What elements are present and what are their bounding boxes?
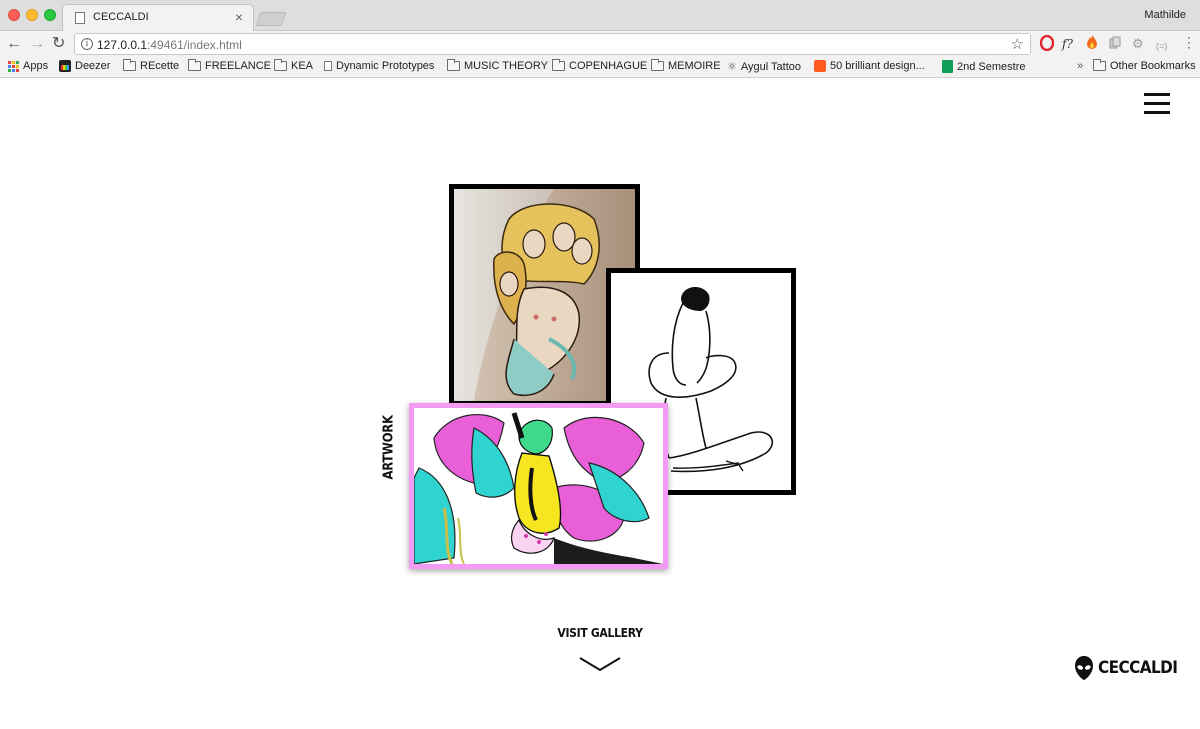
- apps-icon: [8, 60, 19, 72]
- bookmark-label: FREELANCE: [205, 60, 272, 72]
- gear-icon[interactable]: ⚙: [1132, 36, 1144, 52]
- folder-icon: [1093, 59, 1106, 71]
- bookmark-copenhague[interactable]: COPENHAGUE: [552, 59, 648, 72]
- bookmark-label: COPENHAGUE: [569, 60, 648, 72]
- bookmark-50-brilliant[interactable]: 50 brilliant design...: [814, 60, 925, 72]
- folder-icon: [274, 59, 287, 71]
- bookmark-label: Aygul Tattoo: [740, 60, 802, 73]
- bookmarks-overflow-button[interactable]: »: [1077, 60, 1083, 72]
- copy-icon[interactable]: [1109, 36, 1121, 53]
- browser-titlebar: CECCALDI × Mathilde: [0, 0, 1200, 31]
- back-arrow-icon[interactable]: ←: [6, 35, 22, 53]
- page-icon: [324, 61, 332, 71]
- orange-icon: [814, 60, 826, 72]
- url-path: :49461/index.html: [147, 38, 242, 52]
- bookmark-apps[interactable]: Apps: [8, 60, 48, 72]
- bookmark-recette[interactable]: REcette: [123, 59, 180, 72]
- forward-arrow-icon[interactable]: →: [29, 35, 45, 53]
- reload-icon[interactable]: ↻: [52, 35, 65, 53]
- fire-icon[interactable]: [1086, 34, 1098, 54]
- deezer-icon: [59, 60, 71, 72]
- sheets-icon: [942, 60, 953, 73]
- bookmark-label: REcette: [140, 60, 180, 72]
- bookmark-memoire[interactable]: MEMOIRE: [651, 59, 721, 72]
- aygul-icon: ⚛: [727, 61, 737, 73]
- bookmark-label: Apps: [23, 60, 49, 72]
- visit-gallery-link[interactable]: VISIT GALLERY: [540, 626, 660, 640]
- bookmark-aygul-tattoo[interactable]: ⚛ Aygul Tattoo: [727, 60, 802, 74]
- bookmark-music-theory[interactable]: MUSIC THEORY: [447, 59, 548, 72]
- close-window-button[interactable]: [8, 9, 20, 21]
- url-text[interactable]: 127.0.0.1:49461/index.html: [97, 38, 242, 52]
- bookmark-deezer[interactable]: Deezer: [59, 60, 110, 72]
- bookmark-2nd-semestre[interactable]: 2nd Semestre: [942, 60, 1025, 73]
- chevron-down-icon[interactable]: [578, 655, 622, 673]
- bookmark-label: 50 brilliant design...: [830, 60, 925, 72]
- browser-tab[interactable]: CECCALDI ×: [62, 4, 254, 31]
- minimize-window-button[interactable]: [26, 9, 38, 21]
- bookmark-kea[interactable]: KEA: [274, 59, 314, 72]
- bookmark-dynamic-prototypes[interactable]: Dynamic Prototypes: [324, 60, 434, 72]
- color-illustration-image: [414, 408, 663, 564]
- bookmark-star-icon[interactable]: ☆: [1011, 35, 1024, 53]
- page-icon: [75, 12, 85, 24]
- folder-icon: [447, 59, 460, 71]
- more-icon[interactable]: ⋮: [1182, 34, 1196, 50]
- folder-icon: [552, 59, 565, 71]
- info-icon[interactable]: i: [81, 38, 93, 50]
- fonts-extension-icon[interactable]: f?: [1062, 36, 1073, 52]
- bookmark-other-bookmarks[interactable]: Other Bookmarks: [1093, 59, 1196, 72]
- section-label-artwork: ARTWORK: [381, 415, 397, 480]
- folder-icon: [188, 59, 201, 71]
- alien-head-icon: [1075, 656, 1093, 680]
- hamburger-menu-icon[interactable]: [1144, 93, 1170, 115]
- maximize-window-button[interactable]: [44, 9, 56, 21]
- folder-icon: [651, 59, 664, 71]
- logo-text: CECCALDI: [1098, 658, 1178, 678]
- page-content: ARTWORK VISIT GALLERY CECCALDI: [0, 79, 1200, 729]
- bookmark-label: Dynamic Prototypes: [336, 60, 435, 72]
- browser-toolbar: ← → ↻ i 127.0.0.1:49461/index.html ☆ f? …: [0, 31, 1200, 58]
- url-host: 127.0.0.1: [97, 38, 148, 52]
- bookmarks-bar: Apps Deezer REcette FREELANCE KEA Dynami…: [0, 58, 1200, 78]
- bookmark-label: Deezer: [75, 60, 111, 72]
- json-extension-icon[interactable]: (=): [1156, 38, 1167, 54]
- bookmark-label: Other Bookmarks: [1110, 60, 1196, 72]
- bookmark-label: MUSIC THEORY: [464, 60, 548, 72]
- ceccaldi-logo[interactable]: CECCALDI: [1074, 655, 1178, 681]
- folder-icon: [123, 59, 136, 71]
- profile-name[interactable]: Mathilde: [1144, 9, 1186, 21]
- tab-title: CECCALDI: [93, 11, 149, 23]
- bookmark-label: KEA: [291, 60, 314, 72]
- address-bar[interactable]: i 127.0.0.1:49461/index.html ☆: [74, 33, 1031, 55]
- bookmark-freelance[interactable]: FREELANCE: [188, 59, 272, 72]
- opera-icon[interactable]: [1039, 34, 1055, 55]
- bookmark-label: 2nd Semestre: [957, 60, 1026, 73]
- tab-close-icon[interactable]: ×: [235, 9, 243, 25]
- bookmark-label: MEMOIRE: [668, 60, 721, 72]
- artwork-color-illustration[interactable]: [409, 403, 668, 569]
- new-tab-button[interactable]: [255, 12, 287, 26]
